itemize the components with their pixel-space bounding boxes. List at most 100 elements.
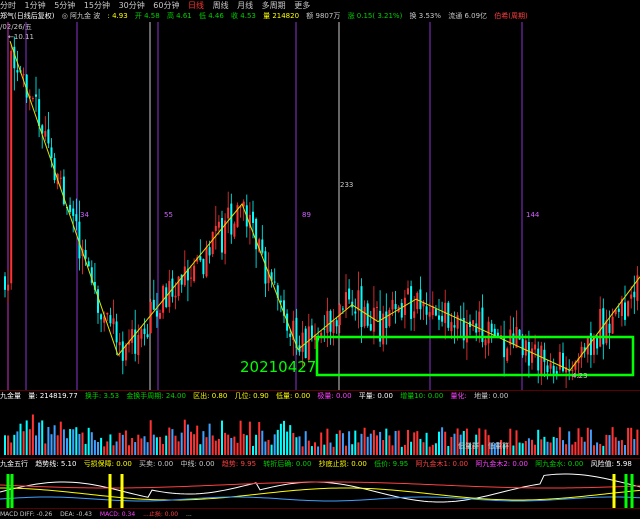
candle — [484, 338, 487, 359]
volume-bar — [425, 432, 428, 455]
vol-value: 量: 214819.77 — [28, 392, 78, 400]
candle — [531, 341, 533, 370]
volume-bar — [332, 446, 335, 455]
vol-fall: 极量: 0.00 — [317, 392, 352, 400]
volume-bar — [143, 436, 146, 455]
candle — [146, 323, 149, 339]
volume-bar — [109, 434, 112, 455]
volume-bar — [255, 434, 258, 455]
candle — [444, 289, 447, 340]
candle — [388, 307, 391, 328]
volume-label-left: 低量群 — [458, 442, 479, 450]
candle — [38, 88, 41, 138]
candle — [159, 309, 161, 320]
candle — [329, 309, 332, 345]
vol-turn: 换手: 3.53 — [84, 392, 120, 400]
stock-chart-window: 分时 1分钟 5分钟 15分钟 30分钟 60分钟 日线 周线 月线 多周期 更… — [0, 0, 640, 519]
candle — [348, 279, 351, 304]
volume-bar — [292, 432, 295, 455]
volume-bar — [112, 445, 115, 455]
candle — [605, 309, 608, 346]
ind-t1: 趋势线: 5.10 — [35, 460, 77, 468]
volume-bar — [447, 445, 450, 455]
vol-avg: 增量10: 0.00 — [400, 392, 444, 400]
volume-bar — [16, 431, 19, 455]
candle — [369, 310, 372, 332]
volume-bar — [537, 429, 540, 455]
volume-bar — [524, 440, 527, 455]
candle — [283, 289, 285, 324]
volume-bar — [183, 419, 186, 455]
volume-bar — [270, 444, 273, 455]
volume-bar — [286, 431, 289, 455]
kline-chart[interactable] — [0, 0, 640, 519]
cycle-label-55: 55 — [164, 211, 173, 219]
volume-bar — [416, 431, 419, 455]
volume-bar — [323, 444, 326, 455]
volume-bar — [583, 441, 586, 455]
candle — [441, 301, 444, 327]
candle — [540, 341, 543, 386]
highlight-date: 20210427 — [240, 358, 317, 376]
volume-bar — [242, 433, 245, 455]
volume-bar — [410, 441, 413, 455]
volume-bar — [580, 437, 583, 455]
volume-bar — [481, 444, 484, 455]
candle — [230, 193, 233, 244]
candle — [298, 335, 301, 356]
volume-bar — [379, 431, 382, 455]
volume-bar — [599, 443, 602, 455]
volume-bar — [608, 435, 611, 455]
volume-bar — [574, 441, 577, 455]
volume-bar — [444, 431, 447, 455]
volume-bar — [78, 433, 81, 455]
bottom-item-0: MACD DIFF: -0.26 — [0, 511, 53, 518]
candle — [382, 305, 385, 352]
volume-bar — [245, 435, 248, 455]
volume-bar — [13, 434, 16, 455]
candle — [236, 202, 239, 228]
low-price-marker: 4.23 — [572, 372, 588, 380]
volume-bar — [22, 431, 25, 455]
volume-bar — [165, 435, 168, 455]
volume-bar — [221, 420, 223, 455]
volume-bar — [345, 445, 347, 455]
volume-bar — [44, 443, 47, 455]
volume-bar — [97, 441, 99, 455]
volume-bar — [428, 446, 431, 455]
candlesticks — [4, 36, 639, 389]
volume-bar — [394, 430, 397, 455]
candle — [199, 239, 202, 263]
candle — [602, 298, 605, 360]
volume-bar — [369, 433, 372, 455]
candle — [410, 280, 413, 331]
ind-t12: 风险值: 5.98 — [590, 460, 632, 468]
volume-bar — [81, 432, 84, 455]
bottom-item-3: ...止损: 0.00 — [143, 511, 179, 518]
volume-bar — [267, 439, 270, 455]
volume-bar — [137, 434, 140, 455]
volume-bar — [543, 436, 546, 455]
candle — [515, 310, 518, 348]
volume-bar — [484, 429, 487, 455]
candle — [31, 96, 34, 102]
vol-vol2: 量化: — [450, 392, 467, 400]
candle — [363, 300, 366, 329]
candle — [555, 366, 558, 380]
volume-bar — [261, 430, 264, 455]
candle — [35, 76, 37, 112]
volume-bar — [4, 435, 6, 455]
volume-bar — [630, 427, 633, 455]
volume-bar — [363, 427, 366, 455]
volume-bar — [540, 439, 543, 455]
volume-bar — [558, 427, 561, 455]
candle — [100, 313, 103, 333]
volume-bar — [571, 444, 574, 455]
volume-bar — [159, 436, 161, 455]
volume-bar — [75, 427, 78, 455]
volume-bar — [391, 445, 394, 455]
candle — [227, 191, 230, 234]
volume-label-right: 低量群 — [488, 442, 509, 450]
volume-bar — [360, 433, 363, 455]
volume-bar — [19, 423, 22, 455]
